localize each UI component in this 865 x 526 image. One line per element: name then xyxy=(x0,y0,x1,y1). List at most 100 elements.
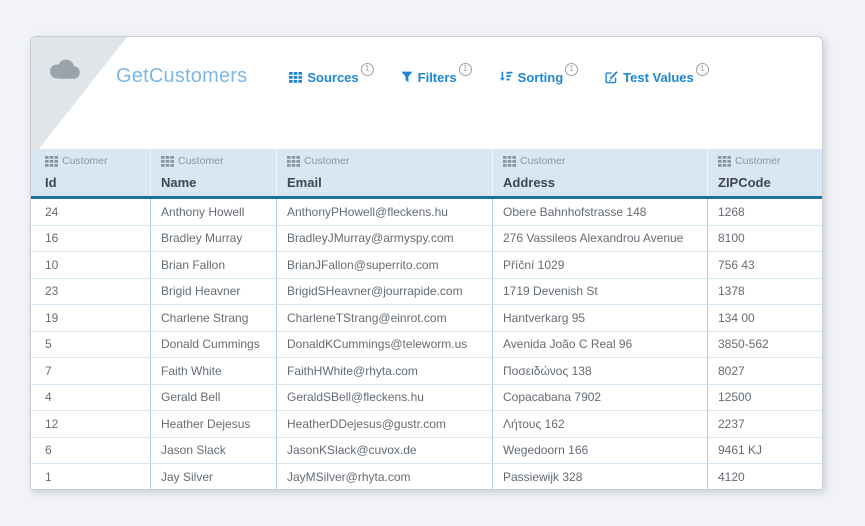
column-field-name: Address xyxy=(503,175,556,190)
cell-address: 1719 Devenish St xyxy=(493,278,708,304)
cell-email: JasonKSlack@cuvox.de xyxy=(277,437,493,463)
table-header-row: Customer Id Customer Name Customer Email Cu… xyxy=(31,149,822,199)
menu-item-badge: 1 xyxy=(565,62,579,76)
column-source: Customer xyxy=(287,155,484,167)
cell-name: Donald Cummings xyxy=(151,331,277,357)
cell-id: 7 xyxy=(31,358,151,384)
cell-address: Avenida João C Real 96 xyxy=(493,331,708,357)
cell-name: Gerald Bell xyxy=(151,384,277,410)
cell-name: Jason Slack xyxy=(151,437,277,463)
cell-email: AnthonyPHowell@fleckens.hu xyxy=(277,199,493,225)
menu-item-label: Filters xyxy=(417,69,457,85)
table-row[interactable]: 12 Heather Dejesus HeatherDDejesus@gustr.c… xyxy=(31,411,822,438)
cell-address: Copacabana 7902 xyxy=(493,384,708,410)
cell-address: Ποσειδώνος 138 xyxy=(493,358,708,384)
cell-email: BradleyJMurray@armyspy.com xyxy=(277,225,493,251)
cell-email: FaithHWhite@rhyta.com xyxy=(277,358,493,384)
page-title: GetCustomers xyxy=(116,64,248,87)
table-row[interactable]: 23 Brigid Heavner BrigidSHeavner@jourrapid… xyxy=(31,278,822,305)
table-row[interactable]: 5 Donald Cummings DonaldKCummings@teleworm… xyxy=(31,331,822,358)
column-header-address[interactable]: Customer Address xyxy=(493,149,708,196)
table-row[interactable]: 1 Jay Silver JayMSilver@rhyta.com Passiewij… xyxy=(31,464,822,489)
menu-item-filters[interactable]: Filters 1 xyxy=(401,62,472,85)
filter-funnel-icon xyxy=(401,71,413,83)
cell-id: 6 xyxy=(31,437,151,463)
menu-item-sorting[interactable]: Sorting 1 xyxy=(499,62,579,85)
cell-address: Obere Bahnhofstrasse 148 xyxy=(493,199,708,225)
cell-id: 5 xyxy=(31,331,151,357)
column-source: Customer xyxy=(161,155,268,167)
cell-zipcode: 12500 xyxy=(718,390,752,405)
cell-zipcode: 3850-562 xyxy=(718,337,769,352)
menu-item-badge: 1 xyxy=(360,62,374,76)
sort-icon xyxy=(499,71,513,83)
menu-item-label: Sources xyxy=(307,69,359,85)
table-body: 24 Anthony Howell AnthonyPHowell@fleckens.… xyxy=(31,199,822,489)
cell-name: Heather Dejesus xyxy=(151,411,277,437)
table-row[interactable]: 24 Anthony Howell AnthonyPHowell@fleckens.… xyxy=(31,199,822,226)
grid-icon xyxy=(45,155,58,167)
cell-id: 10 xyxy=(31,252,151,278)
cell-zipcode: 2237 xyxy=(718,416,745,431)
menu-item-sources[interactable]: Sources 1 xyxy=(289,62,374,85)
cell-zipcode: 4120 xyxy=(718,470,745,485)
column-header-email[interactable]: Customer Email xyxy=(277,149,493,196)
cell-email: CharleneTStrang@einrot.com xyxy=(277,305,493,331)
cell-address: 276 Vassileos Alexandrou Avenue xyxy=(493,225,708,251)
column-source: Customer xyxy=(503,155,699,167)
cell-zipcode: 8027 xyxy=(718,363,745,378)
column-source: Customer xyxy=(45,155,142,167)
column-header-id[interactable]: Customer Id xyxy=(31,149,151,196)
cell-email: BrigidSHeavner@jourrapide.com xyxy=(277,278,493,304)
menu-item-badge: 1 xyxy=(458,62,472,76)
menu-item-test-values[interactable]: Test Values 1 xyxy=(605,62,709,85)
cloud-icon xyxy=(46,57,82,85)
column-source-label: Customer xyxy=(304,155,350,167)
table-row[interactable]: 16 Bradley Murray BradleyJMurray@armyspy.c… xyxy=(31,225,822,252)
column-source-label: Customer xyxy=(178,155,224,167)
cell-name: Charlene Strang xyxy=(151,305,277,331)
cell-email: JayMSilver@rhyta.com xyxy=(277,464,493,489)
column-source-label: Customer xyxy=(62,155,108,167)
column-field-name: Id xyxy=(45,175,57,190)
menu-item-label: Test Values xyxy=(623,69,694,85)
cell-id: 12 xyxy=(31,411,151,437)
cell-id: 16 xyxy=(31,225,151,251)
table-row[interactable]: 6 Jason Slack JasonKSlack@cuvox.de Wegedoor… xyxy=(31,437,822,464)
sources-grid-icon xyxy=(289,71,303,83)
cell-name: Brigid Heavner xyxy=(151,278,277,304)
panel-menu: Sources 1 Filters 1 Sorting 1 Test Values 1 xyxy=(289,62,709,85)
cell-address: Příční 1029 xyxy=(493,252,708,278)
cell-name: Jay Silver xyxy=(151,464,277,489)
edit-icon xyxy=(605,70,618,84)
cell-address: Passiewijk 328 xyxy=(493,464,708,489)
panel-header: GetCustomers Sources 1 Filters 1 Sorting 1 … xyxy=(31,37,822,159)
grid-icon xyxy=(718,155,731,167)
column-header-name[interactable]: Customer Name xyxy=(151,149,277,196)
cell-zipcode: 9461 KJ xyxy=(718,443,763,458)
table-row[interactable]: 7 Faith White FaithHWhite@rhyta.com Ποσειδώ… xyxy=(31,358,822,385)
cell-address: Hantverkarg 95 xyxy=(493,305,708,331)
column-field-name: Email xyxy=(287,175,322,190)
table-row[interactable]: 4 Gerald Bell GeraldSBell@fleckens.hu Copac… xyxy=(31,384,822,411)
cell-zipcode: 756 43 xyxy=(718,257,755,272)
corner-fold xyxy=(31,37,127,159)
cell-email: BrianJFallon@superrito.com xyxy=(277,252,493,278)
getcustomers-panel: GetCustomers Sources 1 Filters 1 Sorting 1 … xyxy=(30,36,823,490)
column-field-name: ZIPCode xyxy=(718,175,771,190)
grid-icon xyxy=(503,155,516,167)
cell-zipcode: 134 00 xyxy=(718,310,755,325)
table-row[interactable]: 19 Charlene Strang CharleneTStrang@einrot.… xyxy=(31,305,822,332)
menu-item-badge: 1 xyxy=(695,62,709,76)
grid-icon xyxy=(161,155,174,167)
cell-email: HeatherDDejesus@gustr.com xyxy=(277,411,493,437)
cell-id: 4 xyxy=(31,384,151,410)
cell-id: 23 xyxy=(31,278,151,304)
cell-name: Faith White xyxy=(151,358,277,384)
menu-item-label: Sorting xyxy=(517,69,564,85)
column-header-zipcode[interactable]: Customer ZIPCode xyxy=(708,149,822,196)
table-row[interactable]: 10 Brian Fallon BrianJFallon@superrito.com… xyxy=(31,252,822,279)
cell-address: Wegedoorn 166 xyxy=(493,437,708,463)
cell-zipcode: 8100 xyxy=(718,231,745,246)
cell-email: GeraldSBell@fleckens.hu xyxy=(277,384,493,410)
